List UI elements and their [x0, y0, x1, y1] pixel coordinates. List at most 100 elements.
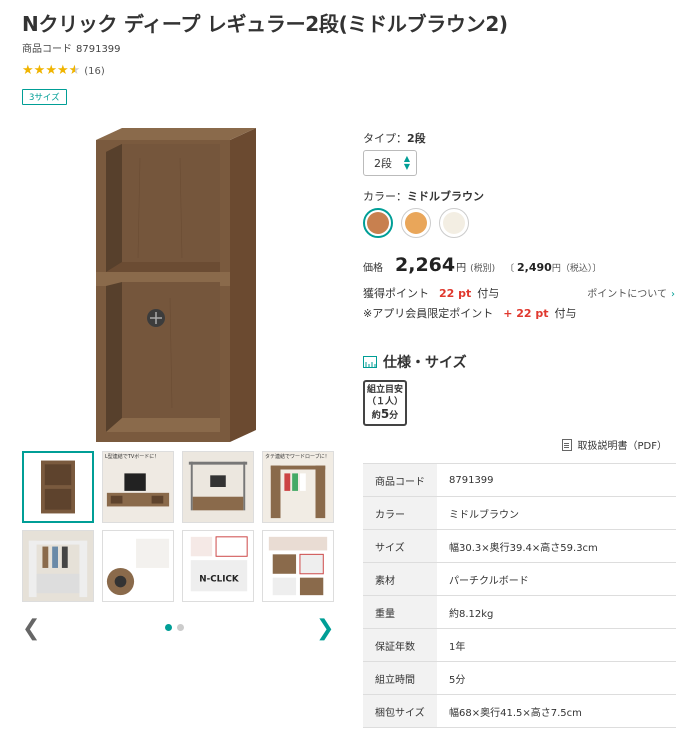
spec-value: パーチクルボード	[437, 562, 676, 596]
manual-link-text: 取扱説明書（PDF）	[577, 441, 667, 452]
table-row: カラー ミドルブラウン	[363, 496, 676, 530]
spec-key: 重量	[363, 595, 437, 629]
thumbnail-caption: L型連結でTVボードに！	[105, 454, 160, 460]
half-star-icon: ★	[68, 63, 81, 78]
app-points-suffix: 付与	[554, 307, 577, 320]
gallery-prev-button[interactable]: ❮	[22, 616, 40, 641]
thumbnail-promo-text: N-CLICK	[199, 575, 240, 585]
assembly-minutes: 5	[380, 407, 390, 421]
tax-included-suffix: 円（税込）〕	[551, 264, 602, 274]
product-code-label: 商品コード	[22, 44, 72, 55]
thumbnail-1[interactable]	[22, 451, 94, 523]
star-icon: ★	[22, 63, 34, 78]
price-amount: 2,264	[395, 254, 456, 276]
table-row: 梱包サイズ 幅68×奥行41.5×高さ7.5cm	[363, 694, 676, 728]
app-points-label: ※アプリ会員限定ポイント	[363, 307, 494, 320]
assembly-line3: 約	[371, 411, 381, 421]
chevron-right-icon: ❯	[316, 616, 335, 641]
swatch-natural[interactable]	[401, 208, 431, 238]
review-count[interactable]: (16)	[84, 66, 105, 77]
price-label: 価格	[363, 263, 383, 274]
price-tax-excluded: (税別)	[470, 264, 496, 274]
table-row: 組立時間 5分	[363, 661, 676, 695]
manual-pdf-link[interactable]: 取扱説明書（PDF）	[561, 437, 667, 452]
spec-value: 幅68×奥行41.5×高さ7.5cm	[437, 694, 676, 728]
type-select-value: 2段	[374, 157, 392, 170]
table-row: 商品コード 8791399	[363, 463, 676, 497]
gallery-pagination	[165, 624, 184, 631]
spec-key: 保証年数	[363, 628, 437, 662]
spec-value: ミドルブラウン	[437, 496, 676, 530]
star-icon: ★	[56, 63, 69, 78]
thumbnail-6[interactable]	[102, 530, 174, 602]
table-row: 保証年数 1年	[363, 628, 676, 662]
star-icon: ★	[45, 63, 57, 78]
pagination-dot[interactable]	[165, 624, 172, 631]
spec-value: 幅30.3×奥行39.4×高さ59.3cm	[437, 529, 676, 563]
spec-value: 約8.12kg	[437, 595, 676, 629]
type-select[interactable]: 2段 ▲ ▼	[363, 150, 417, 176]
spec-heading: 仕様・サイズ	[363, 352, 467, 372]
points-about-link[interactable]: ポイントについて	[587, 285, 675, 300]
thumbnail-2[interactable]: L型連結でTVボードに！	[102, 451, 174, 523]
spec-key: 梱包サイズ	[363, 694, 437, 728]
star-icon: ★	[33, 63, 46, 78]
swatch-fill	[367, 212, 389, 234]
spec-key: 商品コード	[363, 463, 437, 497]
type-label-text: タイプ：	[363, 132, 407, 145]
product-title: Nクリック ディープ レギュラー2段(ミドルブラウン2)	[22, 12, 508, 36]
color-value: ミドルブラウン	[407, 190, 484, 203]
color-swatches	[363, 208, 469, 238]
spec-heading-text: 仕様・サイズ	[383, 355, 467, 371]
size-variant-badge[interactable]: 3サイズ	[22, 89, 67, 105]
price-yen: 円	[456, 263, 467, 274]
spec-key: カラー	[363, 496, 437, 530]
product-code-value: 8791399	[76, 44, 121, 55]
points-suffix: 付与	[477, 287, 500, 300]
spec-key: サイズ	[363, 529, 437, 563]
swatch-fill	[405, 212, 427, 234]
assembly-unit: 分	[389, 411, 399, 421]
swatch-middle-brown[interactable]	[363, 208, 393, 238]
thumbnail-3[interactable]	[182, 451, 254, 523]
shelf-image	[96, 128, 256, 442]
app-points-row: ※アプリ会員限定ポイント + 22 pt 付与	[363, 305, 577, 321]
spec-value: 8791399	[437, 463, 676, 497]
color-label-text: カラー：	[363, 190, 407, 203]
swatch-fill	[443, 212, 465, 234]
gallery-next-button[interactable]: ❯	[316, 616, 334, 641]
chevron-left-icon: ❮	[22, 616, 41, 641]
thumbnail-gallery: L型連結でTVボードに！ タテ連結でワードローブに！ N-CLICK	[22, 451, 338, 602]
points-label: 獲得ポイント	[363, 287, 429, 300]
rating[interactable]: ★ ★ ★ ★ ★ (16)	[22, 64, 105, 78]
assembly-time-badge: 組立目安 （１人） 約5分	[363, 380, 407, 426]
main-product-image[interactable]	[80, 118, 280, 443]
price-tax-included: 〔 2,490円（税込）〕	[505, 261, 601, 274]
table-row: 素材 パーチクルボード	[363, 562, 676, 596]
color-label: カラー：ミドルブラウン	[363, 188, 484, 204]
thumbnail-5[interactable]	[22, 530, 94, 602]
rating-stars: ★ ★ ★ ★ ★	[22, 64, 80, 78]
pagination-dot[interactable]	[177, 624, 184, 631]
spec-value: 5分	[437, 661, 676, 695]
thumbnail-8[interactable]	[262, 530, 334, 602]
assembly-line1: 組立目安	[366, 385, 403, 395]
points-row: 獲得ポイント 22 pt 付与 ポイントについて	[363, 285, 679, 301]
table-row: 重量 約8.12kg	[363, 595, 676, 629]
points-value: 22 pt	[439, 287, 472, 300]
type-value: 2段	[407, 132, 426, 145]
spec-key: 素材	[363, 562, 437, 596]
tax-included-open: 〔	[505, 264, 515, 274]
thumbnail-4[interactable]: タテ連結でワードローブに！	[262, 451, 334, 523]
spec-table: 商品コード 8791399 カラー ミドルブラウン サイズ 幅30.3×奥行39.4×…	[363, 463, 676, 728]
type-label: タイプ：2段	[363, 130, 426, 146]
product-code: 商品コード 8791399	[22, 40, 121, 55]
select-arrows-icon: ▲ ▼	[403, 154, 410, 171]
document-icon	[561, 438, 572, 451]
table-row: サイズ 幅30.3×奥行39.4×高さ59.3cm	[363, 529, 676, 563]
tax-included-amount: 2,490	[517, 261, 552, 274]
ruler-icon	[363, 356, 377, 368]
app-points-value: + 22 pt	[503, 307, 549, 320]
thumbnail-7[interactable]: N-CLICK	[182, 530, 254, 602]
swatch-white[interactable]	[439, 208, 469, 238]
